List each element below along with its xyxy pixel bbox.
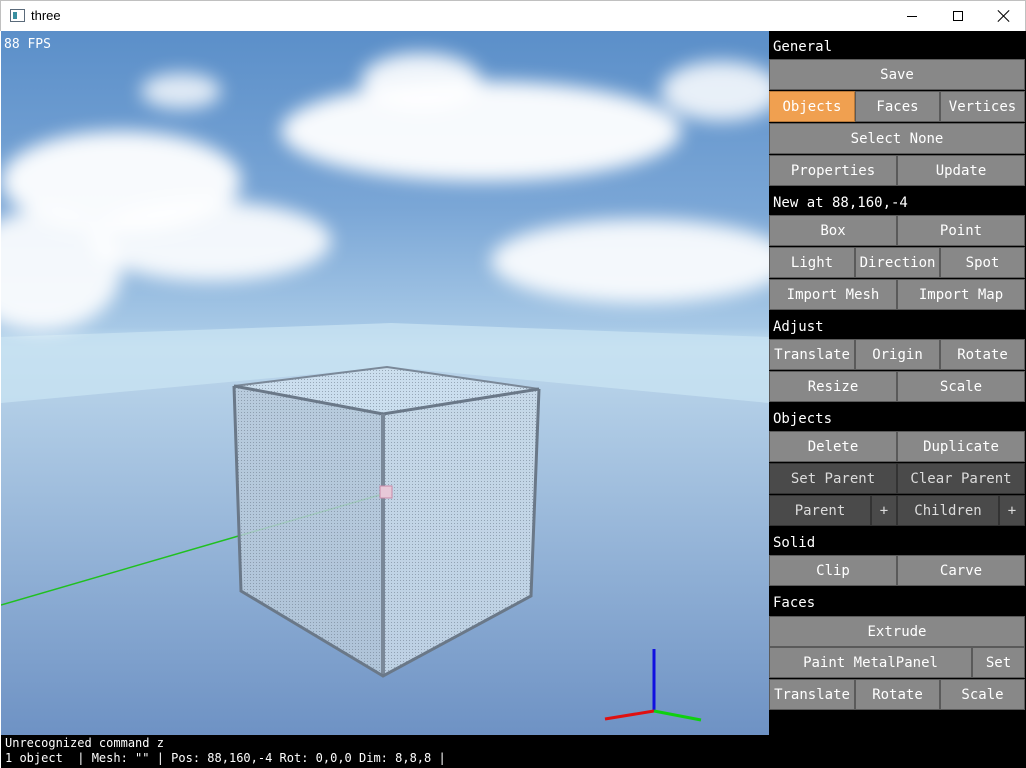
3d-viewport[interactable]: 88 FPS	[1, 31, 769, 735]
extrude-button[interactable]: Extrude	[769, 616, 1025, 647]
origin-marker[interactable]	[379, 485, 393, 499]
mode-objects-button[interactable]: Objects	[769, 91, 855, 122]
faces-rotate-button[interactable]: Rotate	[855, 679, 940, 710]
close-button[interactable]	[981, 1, 1026, 31]
clip-button[interactable]: Clip	[769, 555, 897, 586]
children-add-button[interactable]: +	[999, 495, 1025, 526]
faces-translate-button[interactable]: Translate	[769, 679, 855, 710]
new-direction-button[interactable]: Direction	[855, 247, 940, 278]
set-material-button[interactable]: Set	[972, 647, 1025, 678]
new-spot-button[interactable]: Spot	[940, 247, 1025, 278]
fps-counter: 88 FPS	[4, 37, 51, 52]
faces-scale-button[interactable]: Scale	[940, 679, 1025, 710]
window-title: three	[31, 8, 61, 23]
section-general: General	[773, 39, 833, 55]
close-icon	[998, 10, 1010, 22]
set-parent-button[interactable]: Set Parent	[769, 463, 897, 494]
children-button[interactable]: Children	[897, 495, 999, 526]
section-adjust: Adjust	[773, 319, 824, 335]
select-none-button[interactable]: Select None	[769, 123, 1025, 154]
adjust-scale-button[interactable]: Scale	[897, 371, 1025, 402]
new-point-button[interactable]: Point	[897, 215, 1025, 246]
maximize-icon	[953, 11, 963, 21]
section-solid: Solid	[773, 535, 816, 551]
adjust-rotate-button[interactable]: Rotate	[940, 339, 1025, 370]
paint-material-button[interactable]: Paint MetalPanel	[769, 647, 972, 678]
new-light-button[interactable]: Light	[769, 247, 855, 278]
carve-button[interactable]: Carve	[897, 555, 1025, 586]
delete-button[interactable]: Delete	[769, 431, 897, 462]
minimize-icon	[907, 15, 917, 17]
parent-add-button[interactable]: +	[871, 495, 897, 526]
save-button[interactable]: Save	[769, 59, 1025, 90]
clouds	[1, 53, 769, 331]
maximize-button[interactable]	[935, 1, 981, 31]
window-titlebar[interactable]: three	[0, 0, 1026, 31]
console-output: Unrecognized command z1 object | Mesh: "…	[1, 735, 769, 768]
update-button[interactable]: Update	[897, 155, 1025, 186]
new-box-button[interactable]: Box	[769, 215, 897, 246]
section-new: New at 88,160,-4	[773, 195, 908, 211]
section-objects: Objects	[773, 411, 833, 427]
adjust-translate-button[interactable]: Translate	[769, 339, 855, 370]
minimize-button[interactable]	[889, 1, 935, 31]
scene-canvas	[1, 53, 769, 735]
mode-vertices-button[interactable]: Vertices	[940, 91, 1025, 122]
section-faces: Faces	[773, 595, 816, 611]
duplicate-button[interactable]: Duplicate	[897, 431, 1025, 462]
console-line: Unrecognized command z	[5, 736, 164, 750]
import-map-button[interactable]: Import Map	[897, 279, 1025, 310]
status-line: 1 object | Mesh: "" | Pos: 88,160,-4 Rot…	[5, 751, 446, 765]
adjust-resize-button[interactable]: Resize	[769, 371, 897, 402]
adjust-origin-button[interactable]: Origin	[855, 339, 940, 370]
properties-button[interactable]: Properties	[769, 155, 897, 186]
app-icon	[10, 9, 25, 22]
tool-panel: General Save Objects Faces Vertices Sele…	[769, 31, 1026, 768]
parent-button[interactable]: Parent	[769, 495, 871, 526]
mode-faces-button[interactable]: Faces	[855, 91, 940, 122]
clear-parent-button[interactable]: Clear Parent	[897, 463, 1025, 494]
import-mesh-button[interactable]: Import Mesh	[769, 279, 897, 310]
